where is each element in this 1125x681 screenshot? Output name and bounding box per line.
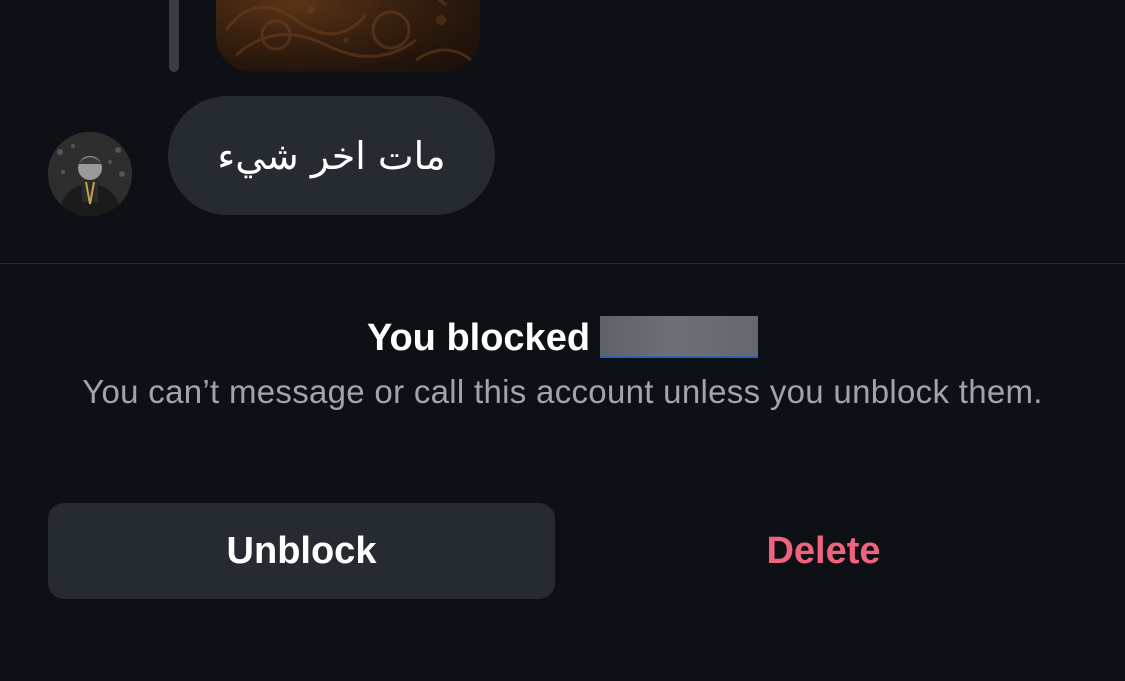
message-text: مات اخر شيء bbox=[217, 133, 446, 178]
redacted-username bbox=[600, 316, 759, 358]
avatar[interactable] bbox=[48, 132, 132, 216]
shared-image-message[interactable] bbox=[216, 0, 480, 72]
divider bbox=[0, 263, 1125, 264]
reply-thread-line bbox=[169, 0, 179, 72]
user-avatar-photo-icon bbox=[48, 132, 132, 216]
blocked-title: You blocked bbox=[0, 314, 1125, 362]
delete-button[interactable]: Delete bbox=[570, 503, 1077, 599]
blocked-description: You can’t message or call this account u… bbox=[82, 373, 1043, 410]
unblock-button[interactable]: Unblock bbox=[48, 503, 555, 599]
blocked-title-prefix: You blocked bbox=[366, 317, 591, 359]
image-thumbnail-icon bbox=[224, 0, 472, 62]
message-bubble[interactable]: مات اخر شيء bbox=[168, 96, 495, 215]
